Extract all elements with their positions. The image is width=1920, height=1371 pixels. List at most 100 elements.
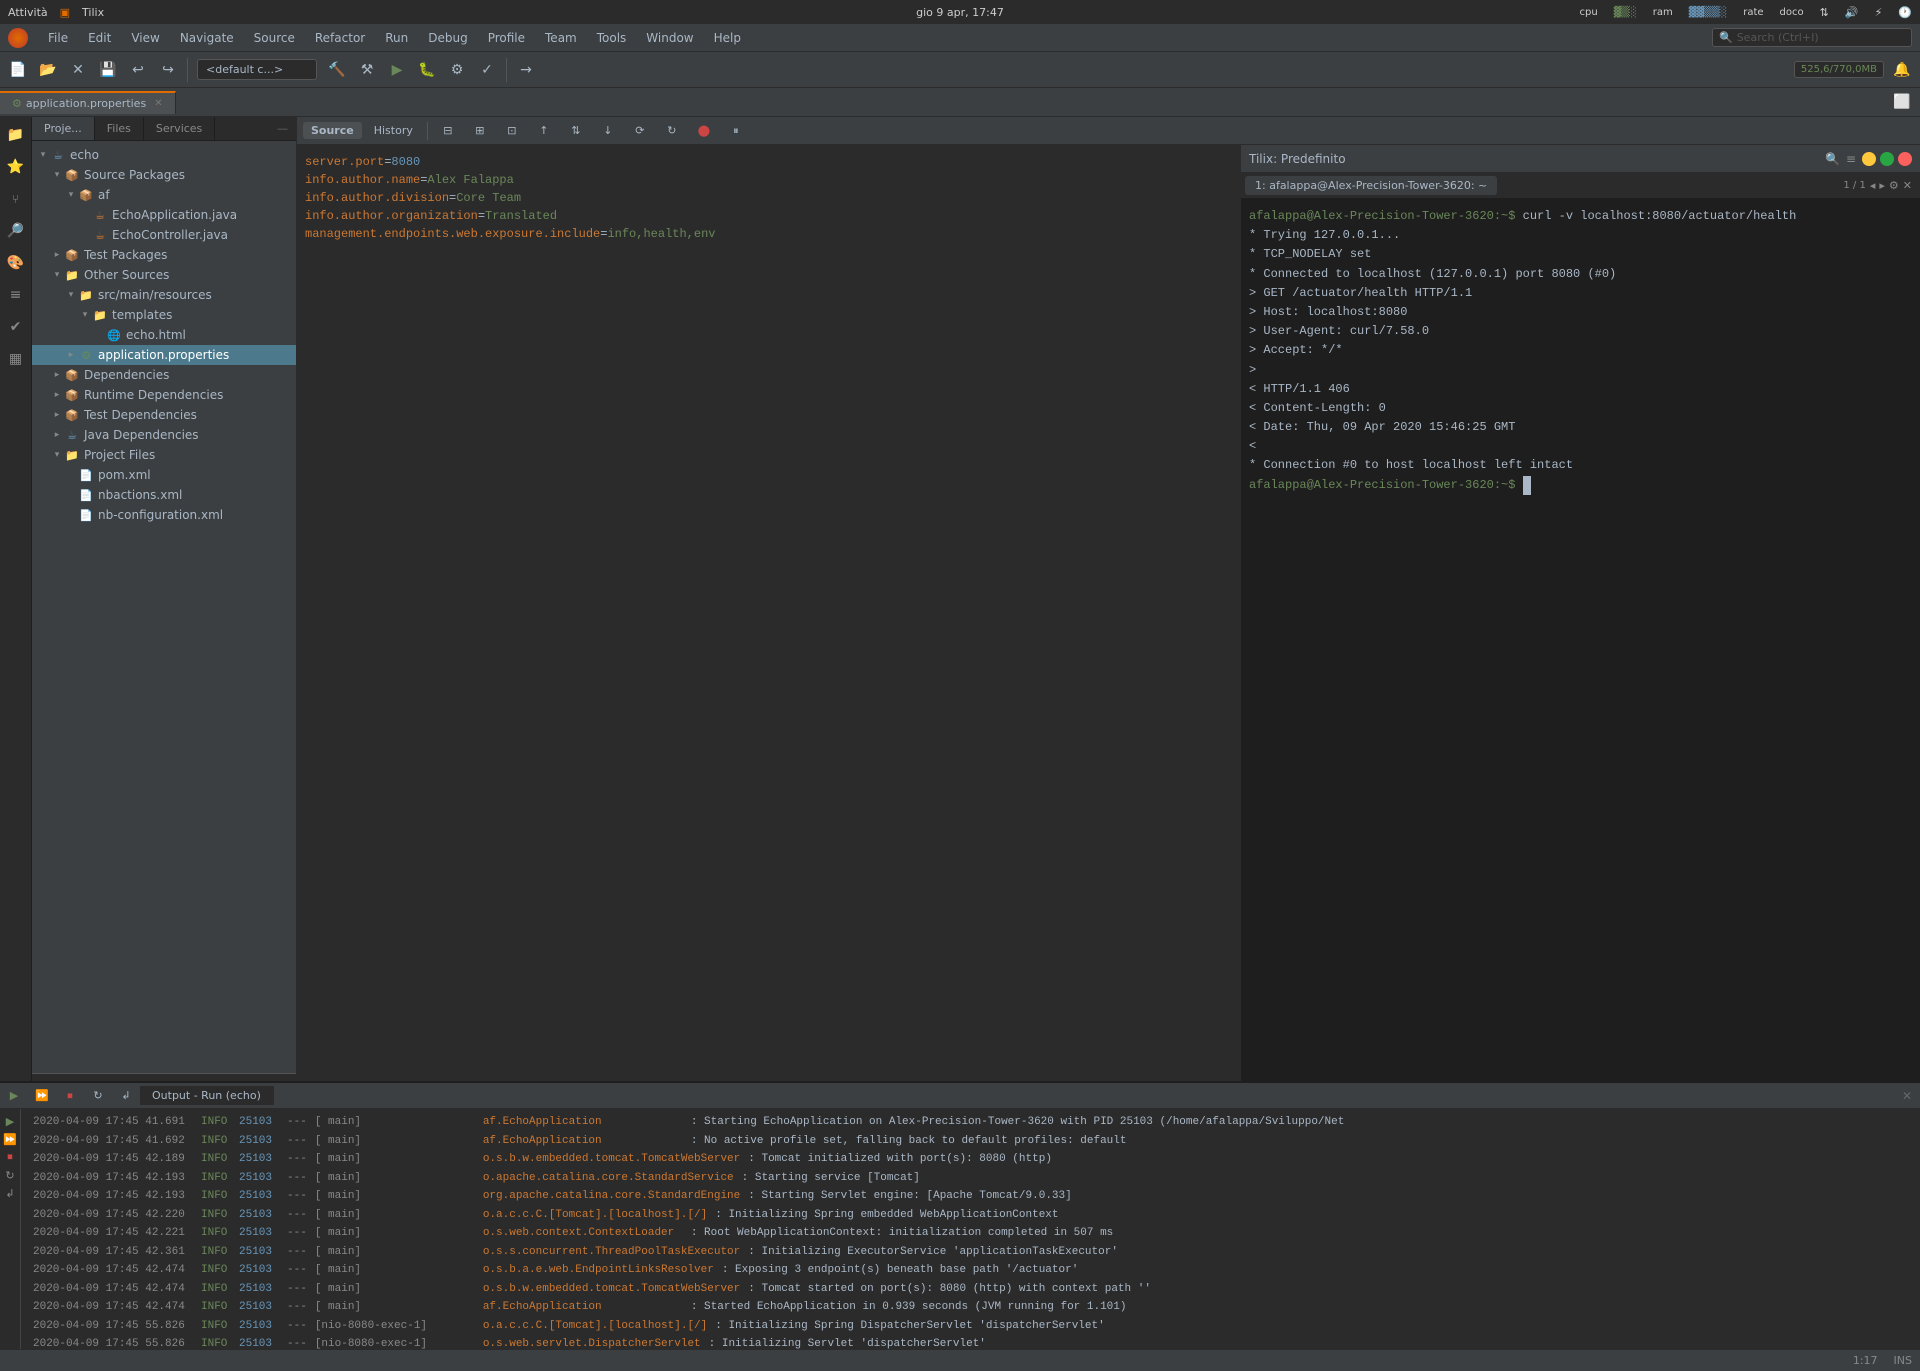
panel-tab-services[interactable]: Services <box>144 117 215 140</box>
bottom-stop-btn[interactable]: ⏹ <box>56 1082 84 1110</box>
inspector-btn[interactable]: 🔎 <box>2 217 30 245</box>
run-btn[interactable]: ▶ <box>383 56 411 84</box>
terminal-close-btn[interactable] <box>1898 152 1912 166</box>
restore-window-btn[interactable]: ⬜ <box>1888 88 1916 116</box>
log-run-btn[interactable]: ▶ <box>2 1113 18 1129</box>
activities-label[interactable]: Attività <box>8 6 48 19</box>
bottom-rerun-btn[interactable]: ↻ <box>84 1082 112 1110</box>
log-rerun-btn[interactable]: ↻ <box>2 1167 18 1183</box>
bottom-tab-output[interactable]: Output - Run (echo) <box>140 1086 274 1105</box>
tree-echo-controller[interactable]: ☕ EchoController.java <box>32 225 296 245</box>
menu-file[interactable]: File <box>40 27 76 49</box>
close-btn[interactable]: ✕ <box>64 56 92 84</box>
log-debug-btn[interactable]: ⏩ <box>2 1131 18 1147</box>
bottom-wrap-btn[interactable]: ↲ <box>112 1082 140 1110</box>
debug-btn[interactable]: 🐛 <box>413 56 441 84</box>
tree-test-packages[interactable]: ▸ 📦 Test Packages <box>32 245 296 265</box>
tab-close-btn[interactable]: ✕ <box>154 98 162 109</box>
terminal-tab-1[interactable]: 1: afalappa@Alex-Precision-Tower-3620: ~ <box>1245 176 1497 195</box>
tree-src-main-resources[interactable]: ▾ 📁 src/main/resources <box>32 285 296 305</box>
build-btn[interactable]: 🔨 <box>323 56 351 84</box>
editor-tool-1[interactable]: ⊟ <box>434 117 462 145</box>
profile-btn[interactable]: ⚙ <box>443 56 471 84</box>
find-prev-btn[interactable]: ◂ <box>1870 179 1876 192</box>
test-btn[interactable]: ✓ <box>473 56 501 84</box>
menu-view[interactable]: View <box>123 27 167 49</box>
menu-navigate[interactable]: Navigate <box>172 27 242 49</box>
menu-edit[interactable]: Edit <box>80 27 119 49</box>
log-body[interactable]: 2020-04-09 17:45 41.691 INFO 25103 --- [… <box>25 1109 1920 1349</box>
tree-java-deps[interactable]: ▸ ☕ Java Dependencies <box>32 425 296 445</box>
tree-source-packages[interactable]: ▾ 📦 Source Packages <box>32 165 296 185</box>
memory-indicator[interactable]: 525,6/770,0MB <box>1794 61 1884 78</box>
find-close-btn[interactable]: ✕ <box>1903 179 1912 192</box>
favorites-btn[interactable]: ⭐ <box>2 153 30 181</box>
menu-source[interactable]: Source <box>246 27 303 49</box>
find-settings-btn[interactable]: ⚙ <box>1889 179 1899 192</box>
tree-echo-html[interactable]: 🌐 echo.html <box>32 325 296 345</box>
bottom-debug-btn[interactable]: ⏩ <box>28 1082 56 1110</box>
terminal-body[interactable]: afalappa@Alex-Precision-Tower-3620:~$ cu… <box>1241 199 1920 1081</box>
properties-btn[interactable]: ≡ <box>2 281 30 309</box>
tree-templates[interactable]: ▾ 📁 templates <box>32 305 296 325</box>
menu-help[interactable]: Help <box>706 27 749 49</box>
bottom-run-btn[interactable]: ▶ <box>0 1082 28 1110</box>
code-editor[interactable]: server.port=8080 info.author.name=Alex F… <box>297 145 1240 1081</box>
editor-tool-9[interactable]: ⬤ <box>690 117 718 145</box>
menu-run[interactable]: Run <box>377 27 416 49</box>
menu-debug[interactable]: Debug <box>420 27 475 49</box>
new-project-btn[interactable]: 📄 <box>4 56 32 84</box>
tree-project-files[interactable]: ▾ 📁 Project Files <box>32 445 296 465</box>
tasks-btn[interactable]: ✔ <box>2 313 30 341</box>
search-box[interactable]: 🔍 Search (Ctrl+I) <box>1712 28 1912 47</box>
test-results-btn[interactable]: ▦ <box>2 345 30 373</box>
tree-dependencies[interactable]: ▸ 📦 Dependencies <box>32 365 296 385</box>
menu-refactor[interactable]: Refactor <box>307 27 373 49</box>
menu-window[interactable]: Window <box>638 27 701 49</box>
tree-application-properties[interactable]: ▸ ⚙ application.properties <box>32 345 296 365</box>
project-dropdown[interactable]: <default c...> <box>197 59 317 80</box>
tree-nb-config-xml[interactable]: 📄 nb-configuration.xml <box>32 505 296 525</box>
terminal-minimize-btn[interactable] <box>1862 152 1876 166</box>
notifications-btn[interactable]: 🔔 <box>1888 56 1916 84</box>
panel-tab-projects[interactable]: Proje... <box>32 117 95 140</box>
bottom-panel-close-btn[interactable]: ✕ <box>1894 1086 1920 1106</box>
editor-tool-10[interactable]: ⏸ <box>722 117 750 145</box>
menu-profile[interactable]: Profile <box>480 27 533 49</box>
app-name-label[interactable]: Tilix <box>82 6 104 19</box>
git-btn[interactable]: ⑂ <box>2 185 30 213</box>
terminal-menu-icon[interactable]: ≡ <box>1846 152 1856 166</box>
tree-root-echo[interactable]: ▾ ☕ echo <box>32 145 296 165</box>
menu-team[interactable]: Team <box>537 27 585 49</box>
editor-tool-5[interactable]: ⇅ <box>562 117 590 145</box>
tree-test-deps[interactable]: ▸ 📦 Test Dependencies <box>32 405 296 425</box>
open-project-btn[interactable]: 📂 <box>34 56 62 84</box>
source-tab-btn[interactable]: Source <box>303 122 362 139</box>
undo-btn[interactable]: ↩ <box>124 56 152 84</box>
editor-tool-8[interactable]: ↻ <box>658 117 686 145</box>
tree-af-package[interactable]: ▾ 📦 af <box>32 185 296 205</box>
tree-nbactions-xml[interactable]: 📄 nbactions.xml <box>32 485 296 505</box>
tab-application-properties[interactable]: ⚙ application.properties ✕ <box>0 91 176 114</box>
tree-echo-application[interactable]: ☕ EchoApplication.java <box>32 205 296 225</box>
tree-runtime-deps[interactable]: ▸ 📦 Runtime Dependencies <box>32 385 296 405</box>
editor-tool-2[interactable]: ⊞ <box>466 117 494 145</box>
editor-tool-4[interactable]: ↑ <box>530 117 558 145</box>
projects-sidebar-btn[interactable]: 📁 <box>2 121 30 149</box>
menu-tools[interactable]: Tools <box>589 27 635 49</box>
panel-tab-files[interactable]: Files <box>95 117 144 140</box>
log-wrap-btn[interactable]: ↲ <box>2 1185 18 1201</box>
terminal-search-icon[interactable]: 🔍 <box>1825 152 1840 166</box>
clean-btn[interactable]: ⚒ <box>353 56 381 84</box>
find-next-btn[interactable]: ▸ <box>1879 179 1885 192</box>
tree-other-sources[interactable]: ▾ 📁 Other Sources <box>32 265 296 285</box>
redo-btn[interactable]: ↪ <box>154 56 182 84</box>
palette-btn[interactable]: 🎨 <box>2 249 30 277</box>
log-stop-btn[interactable]: ⏹ <box>2 1149 18 1165</box>
editor-tool-6[interactable]: ↓ <box>594 117 622 145</box>
tree-pom-xml[interactable]: 📄 pom.xml <box>32 465 296 485</box>
editor-tool-3[interactable]: ⊡ <box>498 117 526 145</box>
step-over-btn[interactable]: → <box>512 56 540 84</box>
save-btn[interactable]: 💾 <box>94 56 122 84</box>
terminal-maximize-btn[interactable] <box>1880 152 1894 166</box>
